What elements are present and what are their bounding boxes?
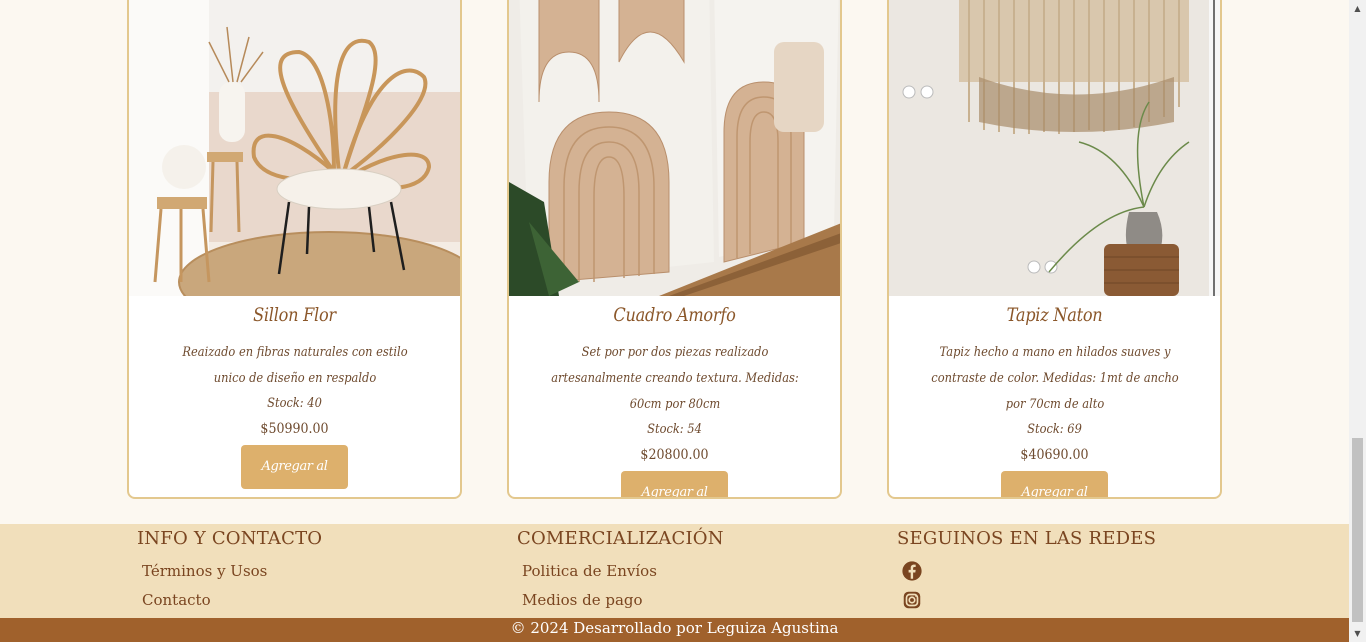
product-description: Tapiz hecho a mano en hilados suaves y c…	[930, 345, 1179, 412]
product-card: Sillon Flor Reaizado en fibras naturales…	[127, 0, 462, 499]
page-viewport: Sillon Flor Reaizado en fibras naturales…	[0, 0, 1349, 642]
contact-link[interactable]: Contacto	[142, 586, 322, 615]
copyright-text: © 2024 Desarrollado por Leguiza Agustina	[510, 619, 839, 637]
shipping-policy-link[interactable]: Politica de Envíos	[522, 557, 724, 586]
product-image	[129, 0, 460, 296]
product-stock: Stock: 69	[1027, 422, 1082, 437]
product-title: Tapiz Naton	[1006, 304, 1103, 326]
product-image	[889, 0, 1220, 296]
footer-social-column: SEGUINOS EN LAS REDES	[897, 524, 1156, 611]
footer-commerce-column: COMERCIALIZACIÓN Politica de Envíos Medi…	[517, 524, 724, 615]
add-to-cart-button[interactable]: Agregar al carrito	[1001, 471, 1108, 497]
page-scrollbar[interactable]: ▲ ▼	[1349, 0, 1366, 642]
facebook-icon[interactable]	[901, 560, 923, 582]
product-card: Tapiz Naton Tapiz hecho a mano en hilado…	[887, 0, 1222, 499]
footer-commerce-heading: COMERCIALIZACIÓN	[517, 528, 724, 549]
add-to-cart-button[interactable]: Agregar al carrito	[241, 445, 348, 489]
product-price: $40690.00	[1020, 447, 1089, 463]
product-price: $20800.00	[640, 447, 709, 463]
product-price: $50990.00	[260, 421, 329, 437]
instagram-icon[interactable]	[901, 589, 923, 611]
product-title: Sillon Flor	[253, 304, 336, 326]
product-card: Cuadro Amorfo Set por por dos piezas rea…	[507, 0, 842, 499]
scroll-up-arrow-icon[interactable]: ▲	[1349, 0, 1366, 17]
terms-link[interactable]: Términos y Usos	[142, 557, 322, 586]
footer-social-heading: SEGUINOS EN LAS REDES	[897, 528, 1157, 549]
footer-info-heading: INFO Y CONTACTO	[137, 528, 323, 549]
product-description: Set por por dos piezas realizado artesan…	[550, 345, 799, 412]
product-image	[509, 0, 840, 296]
payment-methods-link[interactable]: Medios de pago	[522, 586, 724, 615]
product-stock: Stock: 40	[267, 396, 322, 411]
add-to-cart-button[interactable]: Agregar al carrito	[621, 471, 728, 497]
footer-info-column: INFO Y CONTACTO Términos y Usos Contacto	[137, 524, 322, 615]
scrollbar-thumb[interactable]	[1352, 438, 1363, 622]
copyright-bar: © 2024 Desarrollado por Leguiza Agustina	[0, 618, 1349, 642]
product-title: Cuadro Amorfo	[613, 304, 736, 326]
product-description: Reaizado en fibras naturales con estilo …	[181, 345, 408, 386]
scroll-down-arrow-icon[interactable]: ▼	[1349, 625, 1366, 642]
product-stock: Stock: 54	[647, 422, 702, 437]
site-footer: INFO Y CONTACTO Términos y Usos Contacto…	[0, 524, 1349, 618]
